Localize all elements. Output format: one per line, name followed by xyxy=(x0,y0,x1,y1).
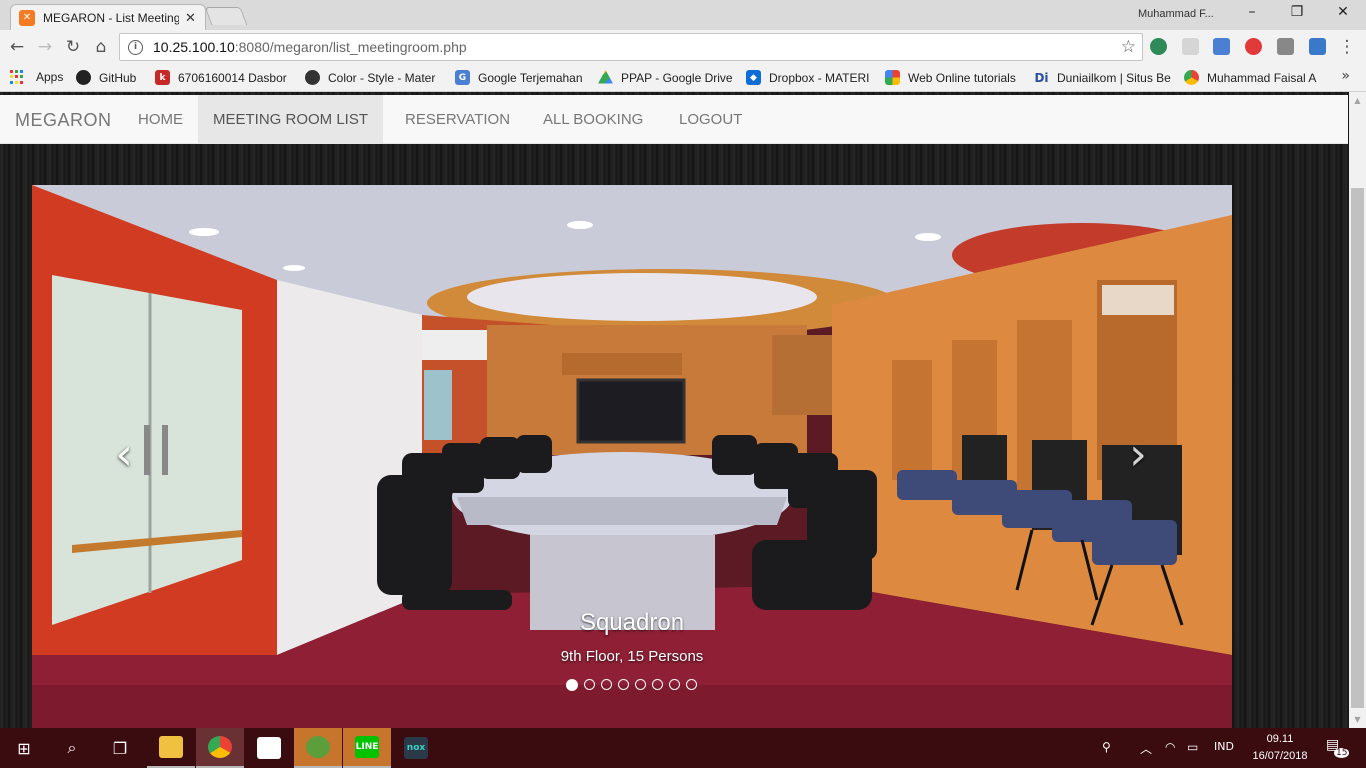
home-icon[interactable]: ⌂ xyxy=(90,36,112,58)
site-brand[interactable]: MEGARON xyxy=(15,110,112,131)
reload-icon[interactable]: ↻ xyxy=(62,36,84,58)
line-icon[interactable]: LINE xyxy=(343,728,391,768)
maximize-icon[interactable]: ❐ xyxy=(1282,4,1312,24)
address-bar[interactable]: i 10.25.100.10:8080/megaron/list_meeting… xyxy=(119,33,1143,61)
taskbar: ⊞ ⌕ ❐ LINE nox ⚲ ︿ ◠ ▭ IND 09.11 16/07/2… xyxy=(0,728,1366,768)
room-carousel: ‹ › Squadron 9th Floor, 15 Persons xyxy=(32,185,1232,728)
google-translate-icon: G xyxy=(455,70,470,85)
bookmark-google-drive[interactable]: PPAP - Google Drive xyxy=(598,70,733,85)
dasbor-icon: k xyxy=(155,70,170,85)
bookmark-duniailkom[interactable]: Di Duniailkom | Situs Be xyxy=(1034,70,1172,85)
windows-start-icon[interactable]: ⊞ xyxy=(0,728,48,768)
carousel-indicator[interactable] xyxy=(618,679,629,690)
material-icon xyxy=(305,70,320,85)
file-explorer-icon[interactable] xyxy=(147,728,195,768)
nav-home[interactable]: HOME xyxy=(123,95,198,144)
xampp-icon: ✕ xyxy=(19,9,35,26)
scroll-down-icon[interactable]: ▼ xyxy=(1349,711,1366,728)
extension-profile-icon[interactable] xyxy=(1277,38,1294,55)
extension-target-icon[interactable] xyxy=(1245,38,1262,55)
site-navbar: MEGARON HOME MEETING ROOM LIST RESERVATI… xyxy=(0,95,1348,144)
bookmark-web-online-tutorials[interactable]: Web Online tutorials xyxy=(885,70,1016,85)
nav-reservation[interactable]: RESERVATION xyxy=(390,95,525,144)
room-name: Squadron xyxy=(579,609,685,636)
carousel-indicator[interactable] xyxy=(669,679,680,690)
room-details: 9th Floor, 15 Persons xyxy=(560,648,704,665)
web-page: MEGARON HOME MEETING ROOM LIST RESERVATI… xyxy=(0,92,1366,728)
extension-gray-icon[interactable] xyxy=(1182,38,1199,55)
people-icon[interactable]: ⚲ xyxy=(1102,740,1111,754)
carousel-indicators xyxy=(566,679,697,691)
forward-icon[interactable]: → xyxy=(34,36,56,58)
nav-all-booking[interactable]: ALL BOOKING xyxy=(528,95,658,144)
duniailkom-icon: Di xyxy=(1034,70,1049,85)
language-indicator[interactable]: IND xyxy=(1214,740,1234,753)
carousel-prev-icon[interactable]: ‹ xyxy=(104,425,144,485)
nav-logout[interactable]: LOGOUT xyxy=(664,95,757,144)
carousel-next-icon[interactable]: › xyxy=(1118,425,1158,485)
tutorials-icon xyxy=(885,70,900,85)
bookmark-star-icon[interactable]: ☆ xyxy=(1121,37,1136,57)
bookmark-github[interactable]: GitHub xyxy=(76,70,136,85)
minimize-icon[interactable]: – xyxy=(1237,4,1267,24)
search-icon[interactable]: ⌕ xyxy=(48,728,96,768)
clock-time: 09.11 xyxy=(1266,733,1294,745)
bookmark-google-terjemahan[interactable]: G Google Terjemahan xyxy=(455,70,583,85)
extension-globe-icon[interactable] xyxy=(1150,38,1167,55)
tab-title: MEGARON - List Meeting xyxy=(43,10,179,25)
bookmark-apps[interactable]: Apps xyxy=(10,70,63,84)
extension-download-icon[interactable] xyxy=(1309,38,1326,55)
page-scrollbar[interactable]: ▲ ▼ xyxy=(1349,92,1366,728)
nav-meeting-room-list[interactable]: MEETING ROOM LIST xyxy=(198,95,384,144)
more-bookmarks-icon[interactable]: » xyxy=(1341,68,1350,84)
carousel-indicator[interactable] xyxy=(566,679,578,691)
battery-icon[interactable]: ▭ xyxy=(1187,740,1198,754)
apps-icon xyxy=(10,70,24,84)
tab-strip: ✕ MEGARON - List Meeting ✕ Muhammad F...… xyxy=(0,0,1366,30)
wifi-icon[interactable]: ◠ xyxy=(1165,740,1175,754)
scroll-thumb[interactable] xyxy=(1351,188,1364,708)
carousel-indicator[interactable] xyxy=(686,679,697,690)
carousel-indicator[interactable] xyxy=(601,679,612,690)
menu-icon[interactable]: ⋮ xyxy=(1336,36,1358,58)
carousel-indicator[interactable] xyxy=(652,679,663,690)
nox-icon[interactable]: nox xyxy=(392,728,440,768)
chrome-taskbar-icon[interactable] xyxy=(196,728,244,768)
clock-date: 16/07/2018 xyxy=(1252,750,1308,762)
google-translate-icon[interactable] xyxy=(1213,38,1230,55)
notification-count: 15 xyxy=(1334,748,1350,758)
carousel-indicator[interactable] xyxy=(584,679,595,690)
back-icon[interactable]: ← xyxy=(6,36,28,58)
carousel-indicator[interactable] xyxy=(635,679,646,690)
profile-name[interactable]: Muhammad F... xyxy=(1138,8,1222,20)
new-tab-button[interactable] xyxy=(204,7,248,25)
browser-tab[interactable]: ✕ MEGARON - List Meeting ✕ xyxy=(10,4,206,30)
tab-close-icon[interactable]: ✕ xyxy=(185,10,196,26)
system-clock[interactable]: 09.11 16/07/2018 xyxy=(1246,731,1314,765)
bookmark-color-style[interactable]: Color - Style - Mater xyxy=(305,70,441,85)
android-studio-icon[interactable] xyxy=(294,728,342,768)
browser-toolbar: ← → ↻ ⌂ i 10.25.100.10:8080/megaron/list… xyxy=(0,30,1366,64)
sticky-notes-icon[interactable] xyxy=(245,728,293,768)
close-window-icon[interactable]: ✕ xyxy=(1328,4,1358,24)
tray-expand-icon[interactable]: ︿ xyxy=(1140,740,1152,757)
url-text[interactable]: 10.25.100.10:8080/megaron/list_meetingro… xyxy=(153,39,467,55)
scroll-up-icon[interactable]: ▲ xyxy=(1349,92,1366,109)
google-drive-icon xyxy=(598,70,613,84)
dropbox-icon: ◆ xyxy=(746,70,761,85)
bookmarks-bar: Apps GitHub k 6706160014 Dasbor Color - … xyxy=(0,64,1366,92)
bookmark-muhammad-faisal[interactable]: Muhammad Faisal A xyxy=(1184,70,1320,85)
bookmark-dasbor[interactable]: k 6706160014 Dasbor xyxy=(155,70,291,85)
info-icon[interactable]: i xyxy=(128,39,143,55)
github-icon xyxy=(76,70,91,85)
task-view-icon[interactable]: ❐ xyxy=(96,728,144,768)
meeting-room-photo xyxy=(32,185,1232,728)
chrome-icon xyxy=(1184,70,1199,85)
bookmark-dropbox[interactable]: ◆ Dropbox - MATERI xyxy=(746,70,869,85)
